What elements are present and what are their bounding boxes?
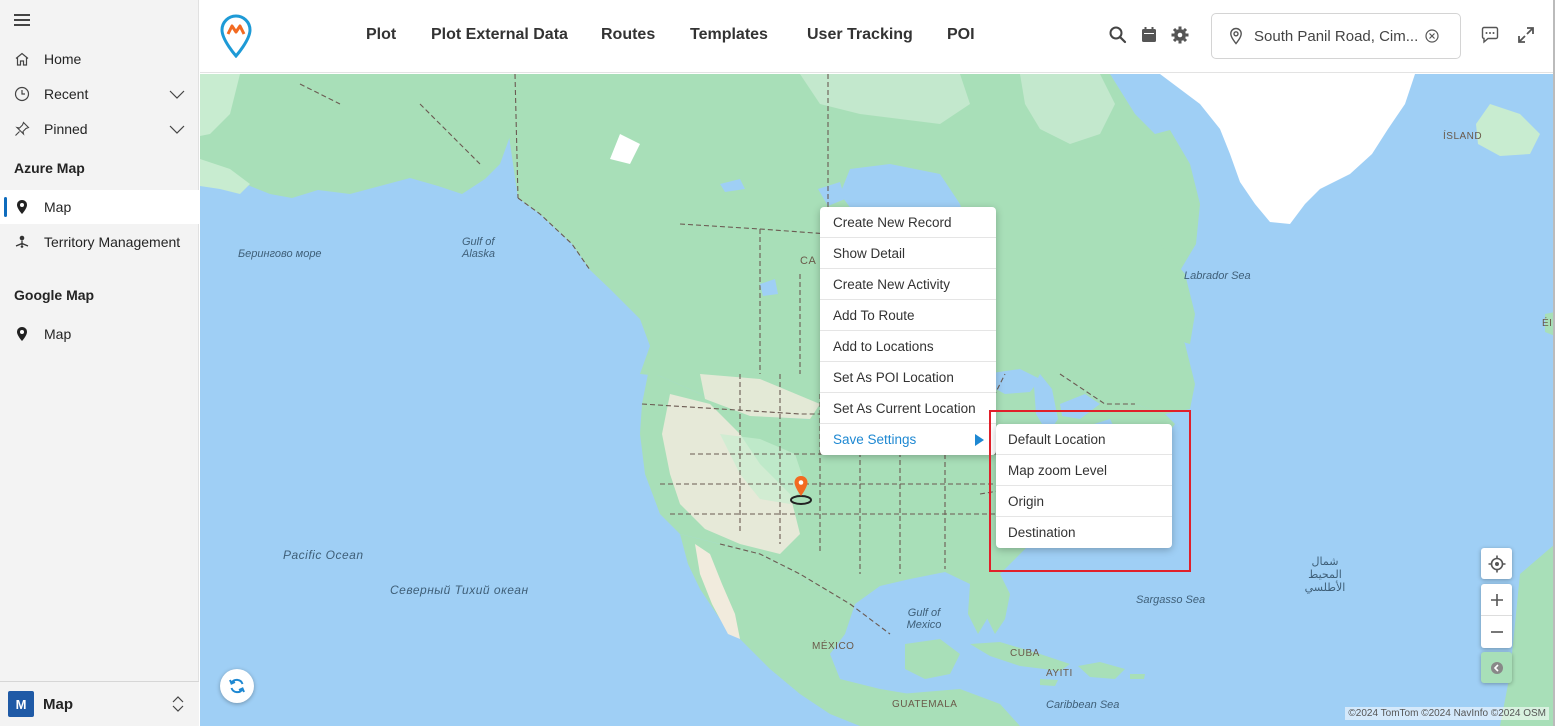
map-label-north-atlantic: شمال المحيط الأطلسي [1304, 556, 1346, 594]
nav-templates[interactable]: Templates [690, 26, 768, 44]
sidebar-item-azure-map[interactable]: Map [0, 190, 199, 224]
clear-icon[interactable] [1424, 28, 1440, 44]
app-logo-icon[interactable] [219, 14, 253, 58]
location-pin-icon [1230, 27, 1242, 45]
location-marker-icon[interactable] [788, 474, 814, 506]
refresh-button[interactable] [220, 669, 254, 703]
sidebar-item-recent[interactable]: Recent [0, 77, 199, 111]
menu-item-create-new-activity[interactable]: Create New Activity [820, 269, 996, 300]
nav-plot[interactable]: Plot [366, 26, 396, 44]
map-label-canada: CA [800, 255, 817, 267]
map-label-north-pacific-ocean: Северный Тихий океан [390, 583, 529, 597]
menu-item-add-to-locations[interactable]: Add to Locations [820, 331, 996, 362]
sidebar-item-label: Home [44, 51, 82, 67]
location-search-box [1211, 13, 1461, 59]
map-label-haiti: AYITI [1046, 668, 1073, 679]
zoom-out-button[interactable] [1481, 616, 1512, 648]
submenu-arrow-icon [975, 433, 984, 446]
crosshair-icon [1488, 555, 1505, 572]
area-switcher[interactable]: M Map [0, 681, 199, 726]
menu-item-label: Save Settings [833, 432, 917, 447]
app-header: Plot Plot External Data Routes Templates… [200, 0, 1555, 73]
map-context-menu: Create New Record Show Detail Create New… [820, 207, 996, 455]
chevron-up-down-icon[interactable] [171, 695, 185, 713]
hamburger-menu-icon[interactable] [14, 14, 30, 26]
search-icon[interactable] [1108, 25, 1128, 45]
fullscreen-icon[interactable] [1516, 25, 1536, 45]
map-label-cuba: CUBA [1010, 648, 1040, 659]
map-label-guatemala: GUATEMALA [892, 699, 958, 710]
sidebar-item-label: Map [44, 326, 72, 342]
map-label-sargasso-sea: Sargasso Sea [1136, 594, 1206, 606]
sidebar-item-pinned[interactable]: Pinned [0, 112, 199, 146]
map-label-caribbean-sea: Caribbean Sea [1046, 699, 1120, 711]
home-icon [0, 51, 44, 67]
map-label-pacific-ocean: Pacific Ocean [283, 548, 364, 562]
highlight-annotation-box [989, 410, 1191, 572]
chevron-down-icon[interactable] [169, 86, 185, 102]
nav-user-tracking[interactable]: User Tracking [807, 26, 913, 44]
area-label: Map [43, 695, 73, 713]
menu-item-create-new-record[interactable]: Create New Record [820, 207, 996, 238]
chat-icon[interactable] [1480, 25, 1500, 45]
plus-icon [1490, 593, 1503, 606]
nav-poi[interactable]: POI [947, 26, 975, 44]
calendar-icon[interactable] [1139, 25, 1159, 45]
chevron-down-icon[interactable] [169, 121, 185, 137]
location-search-input[interactable] [1254, 27, 1422, 45]
menu-item-show-detail[interactable]: Show Detail [820, 238, 996, 269]
sidebar-item-label: Territory Management [44, 234, 181, 250]
sidebar: Home Recent Pinned Azure Map Map Territo… [0, 0, 199, 726]
map-label-bering-sea: Берингово море [238, 248, 322, 260]
section-title-google-map: Google Map [14, 287, 95, 303]
area-badge: M [8, 691, 34, 717]
territory-icon [0, 234, 44, 250]
menu-item-set-as-poi-location[interactable]: Set As POI Location [820, 362, 996, 393]
sidebar-item-territory-management[interactable]: Territory Management [0, 225, 199, 259]
sidebar-item-home[interactable]: Home [0, 42, 199, 76]
map-marker-icon [0, 326, 44, 342]
map-label-mexico: MÉXICO [812, 641, 855, 652]
clock-icon [0, 86, 44, 102]
menu-item-set-as-current-location[interactable]: Set As Current Location [820, 393, 996, 424]
sidebar-item-label: Recent [44, 86, 89, 102]
refresh-icon [229, 678, 245, 694]
map-style-icon [1490, 661, 1503, 674]
sidebar-item-label: Pinned [44, 121, 88, 137]
pin-icon [0, 121, 44, 137]
section-title-azure-map: Azure Map [14, 160, 85, 176]
my-location-button[interactable] [1481, 548, 1512, 579]
sidebar-item-label: Map [44, 199, 72, 215]
settings-gear-icon[interactable] [1170, 25, 1190, 45]
map-label-gulf-of-alaska: Gulf of Alaska [462, 236, 496, 260]
map-style-button[interactable] [1481, 652, 1512, 683]
nav-routes[interactable]: Routes [601, 26, 655, 44]
menu-item-save-settings[interactable]: Save Settings [820, 424, 996, 455]
menu-item-add-to-route[interactable]: Add To Route [820, 300, 996, 331]
minus-icon [1490, 631, 1503, 633]
map-copyright: ©2024 TomTom ©2024 NavInfo ©2024 OSM [1345, 707, 1549, 720]
nav-plot-external-data[interactable]: Plot External Data [431, 26, 568, 44]
zoom-control [1481, 584, 1512, 648]
map-label-iceland: ÍSLAND [1443, 131, 1483, 142]
map-label-labrador-sea: Labrador Sea [1184, 270, 1251, 282]
zoom-in-button[interactable] [1481, 584, 1512, 616]
sidebar-item-google-map[interactable]: Map [0, 317, 199, 351]
map-label-gulf-of-mexico: Gulf of Mexico [906, 607, 942, 631]
map-marker-icon [0, 199, 44, 215]
